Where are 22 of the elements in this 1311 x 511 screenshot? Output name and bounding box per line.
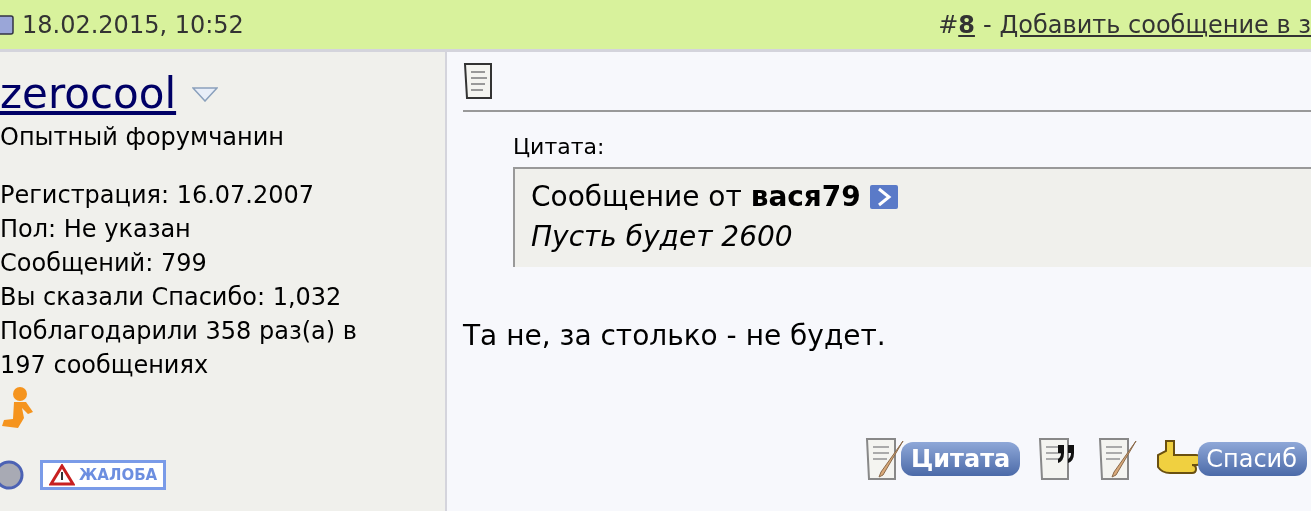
quote-label: Цитата: <box>513 133 606 161</box>
user-stat: Пол: Не указан <box>0 214 192 245</box>
user-rank: Опытный форумчанин <box>0 122 285 153</box>
user-stat: Регистрация: 16.07.2007 <box>0 180 316 211</box>
warning-icon <box>49 464 75 486</box>
post-date: 18.02.2015, 10:52 <box>22 9 244 41</box>
add-message-link[interactable]: Добавить сообщение в з <box>999 6 1311 43</box>
separator: - <box>982 9 992 41</box>
globe-icon[interactable] <box>0 460 24 490</box>
report-button[interactable]: ЖАЛОБА <box>40 460 167 490</box>
dropdown-icon[interactable] <box>192 86 219 102</box>
username-link[interactable]: zerocool <box>0 68 177 120</box>
user-stat: Вы сказали Спасибо: 1,032 <box>0 282 343 313</box>
running-figure-icon <box>0 386 34 430</box>
document-icon <box>0 14 14 35</box>
user-stat: Сообщений: 799 <box>0 248 208 279</box>
post-number: #8 <box>938 9 975 41</box>
quote-text: Пусть будет 2600 <box>531 219 794 255</box>
message-text: Та не, за столько - не будет. <box>463 318 887 354</box>
quote-attribution: Сообщение от вася79 <box>531 179 861 215</box>
view-post-icon[interactable] <box>868 184 899 210</box>
user-stat: Поблагодарили 358 раз(а) в 197 сообщениях <box>0 316 358 381</box>
